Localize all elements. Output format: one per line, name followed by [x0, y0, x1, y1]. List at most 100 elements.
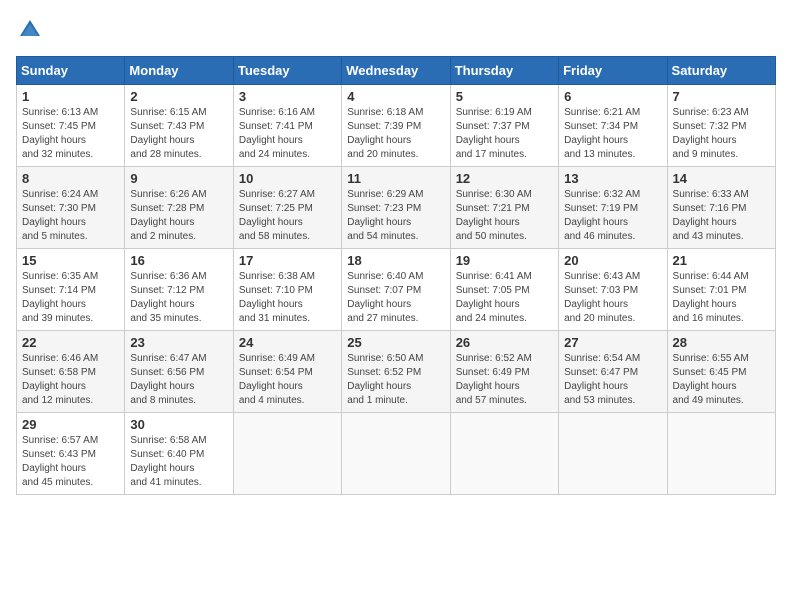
day-number: 23: [130, 335, 227, 350]
day-number: 3: [239, 89, 336, 104]
day-info: Sunrise: 6:44 AMSunset: 7:01 PMDaylight …: [673, 271, 749, 324]
day-number: 9: [130, 171, 227, 186]
calendar-cell: 4 Sunrise: 6:18 AMSunset: 7:39 PMDaylight…: [342, 85, 450, 167]
day-info: Sunrise: 6:35 AMSunset: 7:14 PMDaylight …: [22, 271, 98, 324]
day-number: 19: [456, 253, 553, 268]
day-number: 18: [347, 253, 444, 268]
day-number: 28: [673, 335, 770, 350]
calendar-week-row: 15 Sunrise: 6:35 AMSunset: 7:14 PMDayligh…: [17, 249, 776, 331]
calendar-table: SundayMondayTuesdayWednesdayThursdayFrid…: [16, 56, 776, 495]
calendar-cell: 2 Sunrise: 6:15 AMSunset: 7:43 PMDaylight…: [125, 85, 233, 167]
day-info: Sunrise: 6:21 AMSunset: 7:34 PMDaylight …: [564, 107, 640, 160]
calendar-cell: 17Sunrise: 6:38 AMSunset: 7:10 PMDayligh…: [233, 249, 341, 331]
day-info: Sunrise: 6:36 AMSunset: 7:12 PMDaylight …: [130, 271, 206, 324]
day-info: Sunrise: 6:43 AMSunset: 7:03 PMDaylight …: [564, 271, 640, 324]
day-number: 10: [239, 171, 336, 186]
calendar-week-row: 8 Sunrise: 6:24 AMSunset: 7:30 PMDaylight…: [17, 167, 776, 249]
calendar-cell: [559, 413, 667, 495]
weekday-header: Tuesday: [233, 57, 341, 85]
calendar-cell: 7 Sunrise: 6:23 AMSunset: 7:32 PMDaylight…: [667, 85, 775, 167]
weekday-header: Friday: [559, 57, 667, 85]
day-number: 5: [456, 89, 553, 104]
day-info: Sunrise: 6:18 AMSunset: 7:39 PMDaylight …: [347, 107, 423, 160]
day-info: Sunrise: 6:29 AMSunset: 7:23 PMDaylight …: [347, 189, 423, 242]
calendar-cell: 24Sunrise: 6:49 AMSunset: 6:54 PMDayligh…: [233, 331, 341, 413]
day-info: Sunrise: 6:15 AMSunset: 7:43 PMDaylight …: [130, 107, 206, 160]
weekday-header: Sunday: [17, 57, 125, 85]
calendar-cell: 18 Sunrise: 6:40 AMSunset: 7:07 PMDayligh…: [342, 249, 450, 331]
day-info: Sunrise: 6:40 AMSunset: 7:07 PMDaylight …: [347, 271, 423, 324]
day-info: Sunrise: 6:46 AMSunset: 6:58 PMDaylight …: [22, 353, 98, 406]
day-number: 12: [456, 171, 553, 186]
weekday-header: Wednesday: [342, 57, 450, 85]
day-number: 13: [564, 171, 661, 186]
calendar-cell: 13 Sunrise: 6:32 AMSunset: 7:19 PMDayligh…: [559, 167, 667, 249]
calendar-cell: 20 Sunrise: 6:43 AMSunset: 7:03 PMDayligh…: [559, 249, 667, 331]
day-number: 20: [564, 253, 661, 268]
calendar-cell: 3 Sunrise: 6:16 AMSunset: 7:41 PMDaylight…: [233, 85, 341, 167]
calendar-week-row: 1 Sunrise: 6:13 AMSunset: 7:45 PMDaylight…: [17, 85, 776, 167]
calendar-cell: 27 Sunrise: 6:54 AMSunset: 6:47 PMDayligh…: [559, 331, 667, 413]
weekday-header: Thursday: [450, 57, 558, 85]
day-info: Sunrise: 6:50 AMSunset: 6:52 PMDaylight …: [347, 353, 423, 406]
page-header: [16, 16, 776, 44]
day-info: Sunrise: 6:54 AMSunset: 6:47 PMDaylight …: [564, 353, 640, 406]
day-number: 17: [239, 253, 336, 268]
day-number: 30: [130, 417, 227, 432]
calendar-cell: 14 Sunrise: 6:33 AMSunset: 7:16 PMDayligh…: [667, 167, 775, 249]
day-info: Sunrise: 6:55 AMSunset: 6:45 PMDaylight …: [673, 353, 749, 406]
day-info: Sunrise: 6:33 AMSunset: 7:16 PMDaylight …: [673, 189, 749, 242]
calendar-cell: 1 Sunrise: 6:13 AMSunset: 7:45 PMDaylight…: [17, 85, 125, 167]
day-info: Sunrise: 6:19 AMSunset: 7:37 PMDaylight …: [456, 107, 532, 160]
day-info: Sunrise: 6:27 AMSunset: 7:25 PMDaylight …: [239, 189, 315, 242]
day-number: 14: [673, 171, 770, 186]
calendar-cell: [342, 413, 450, 495]
day-info: Sunrise: 6:30 AMSunset: 7:21 PMDaylight …: [456, 189, 532, 242]
day-info: Sunrise: 6:24 AMSunset: 7:30 PMDaylight …: [22, 189, 98, 242]
day-info: Sunrise: 6:16 AMSunset: 7:41 PMDaylight …: [239, 107, 315, 160]
calendar-week-row: 22 Sunrise: 6:46 AMSunset: 6:58 PMDayligh…: [17, 331, 776, 413]
calendar-cell: 11 Sunrise: 6:29 AMSunset: 7:23 PMDayligh…: [342, 167, 450, 249]
day-number: 15: [22, 253, 119, 268]
day-info: Sunrise: 6:32 AMSunset: 7:19 PMDaylight …: [564, 189, 640, 242]
day-number: 22: [22, 335, 119, 350]
calendar-week-row: 29Sunrise: 6:57 AMSunset: 6:43 PMDayligh…: [17, 413, 776, 495]
weekday-header: Monday: [125, 57, 233, 85]
day-info: Sunrise: 6:52 AMSunset: 6:49 PMDaylight …: [456, 353, 532, 406]
calendar-cell: [233, 413, 341, 495]
day-number: 29: [22, 417, 119, 432]
calendar-cell: 23 Sunrise: 6:47 AMSunset: 6:56 PMDayligh…: [125, 331, 233, 413]
calendar-cell: 8 Sunrise: 6:24 AMSunset: 7:30 PMDaylight…: [17, 167, 125, 249]
day-number: 4: [347, 89, 444, 104]
calendar-cell: 6Sunrise: 6:21 AMSunset: 7:34 PMDaylight…: [559, 85, 667, 167]
weekday-header: Saturday: [667, 57, 775, 85]
day-number: 27: [564, 335, 661, 350]
calendar-cell: 9Sunrise: 6:26 AMSunset: 7:28 PMDaylight…: [125, 167, 233, 249]
logo-icon: [16, 16, 44, 44]
calendar-cell: 25Sunrise: 6:50 AMSunset: 6:52 PMDayligh…: [342, 331, 450, 413]
day-number: 2: [130, 89, 227, 104]
day-info: Sunrise: 6:23 AMSunset: 7:32 PMDaylight …: [673, 107, 749, 160]
calendar-cell: 12 Sunrise: 6:30 AMSunset: 7:21 PMDayligh…: [450, 167, 558, 249]
calendar-cell: 28 Sunrise: 6:55 AMSunset: 6:45 PMDayligh…: [667, 331, 775, 413]
calendar-cell: 10 Sunrise: 6:27 AMSunset: 7:25 PMDayligh…: [233, 167, 341, 249]
calendar-cell: 22 Sunrise: 6:46 AMSunset: 6:58 PMDayligh…: [17, 331, 125, 413]
day-number: 8: [22, 171, 119, 186]
day-number: 7: [673, 89, 770, 104]
logo: [16, 16, 48, 44]
day-number: 16: [130, 253, 227, 268]
day-info: Sunrise: 6:58 AMSunset: 6:40 PMDaylight …: [130, 435, 206, 488]
day-info: Sunrise: 6:13 AMSunset: 7:45 PMDaylight …: [22, 107, 98, 160]
day-number: 11: [347, 171, 444, 186]
day-number: 21: [673, 253, 770, 268]
calendar-cell: 19 Sunrise: 6:41 AMSunset: 7:05 PMDayligh…: [450, 249, 558, 331]
day-number: 24: [239, 335, 336, 350]
calendar-cell: 15 Sunrise: 6:35 AMSunset: 7:14 PMDayligh…: [17, 249, 125, 331]
calendar-body: 1 Sunrise: 6:13 AMSunset: 7:45 PMDaylight…: [17, 85, 776, 495]
day-number: 1: [22, 89, 119, 104]
calendar-cell: 5 Sunrise: 6:19 AMSunset: 7:37 PMDaylight…: [450, 85, 558, 167]
day-info: Sunrise: 6:47 AMSunset: 6:56 PMDaylight …: [130, 353, 206, 406]
day-info: Sunrise: 6:41 AMSunset: 7:05 PMDaylight …: [456, 271, 532, 324]
weekday-row: SundayMondayTuesdayWednesdayThursdayFrid…: [17, 57, 776, 85]
calendar-cell: 21 Sunrise: 6:44 AMSunset: 7:01 PMDayligh…: [667, 249, 775, 331]
